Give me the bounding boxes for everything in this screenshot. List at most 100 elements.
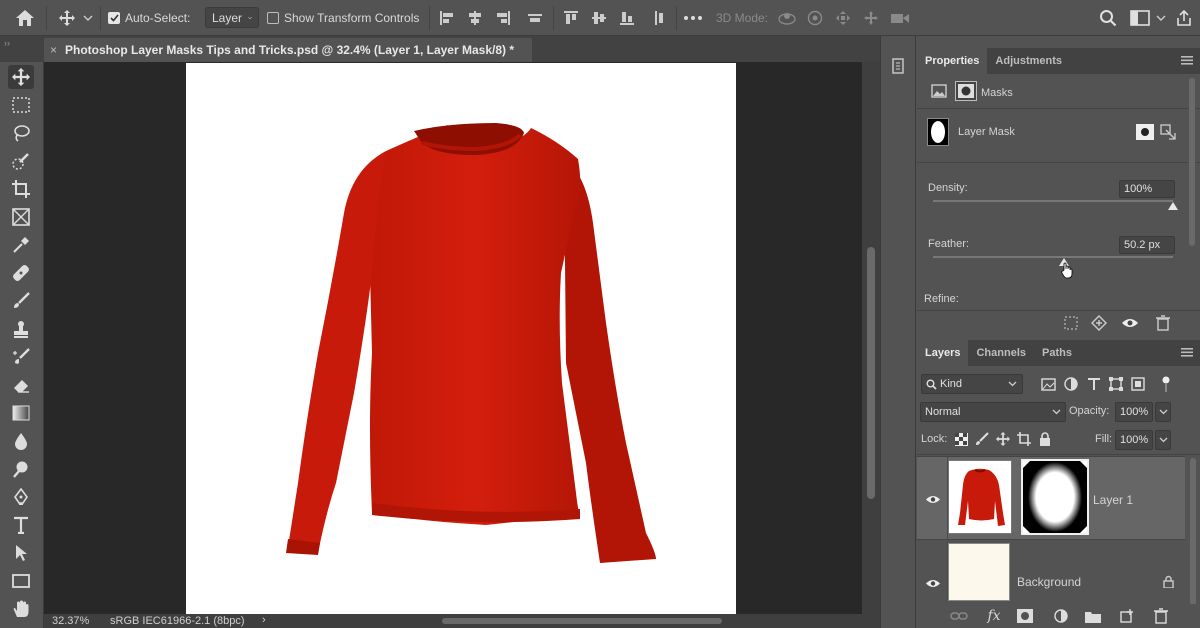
filter-smart-object-icon[interactable] <box>1129 375 1147 393</box>
density-input[interactable]: 100% <box>1119 180 1175 198</box>
distribute-v-icon[interactable] <box>648 6 670 30</box>
lock-image-pixels-icon[interactable] <box>974 431 990 447</box>
path-select-tool-icon[interactable] <box>8 541 34 565</box>
layers-scrollbar[interactable] <box>1190 458 1196 608</box>
chevron-down-icon[interactable] <box>1154 6 1168 30</box>
dodge-tool-icon[interactable] <box>8 457 34 481</box>
more-icon[interactable] <box>682 6 704 30</box>
filter-pixel-icon[interactable] <box>1039 375 1057 393</box>
fill-dropdown[interactable] <box>1155 430 1171 450</box>
layer-name[interactable]: Background <box>1017 575 1081 589</box>
background-thumbnail[interactable] <box>948 543 1010 601</box>
tab-properties[interactable]: Properties <box>917 48 988 74</box>
horizontal-scroll-thumb[interactable] <box>442 618 722 624</box>
filter-adjustment-icon[interactable] <box>1062 375 1080 393</box>
tab-paths[interactable]: Paths <box>1034 340 1080 366</box>
stamp-tool-icon[interactable] <box>8 317 34 341</box>
slide-3d-icon[interactable] <box>860 6 882 30</box>
layer-row-layer-1[interactable]: Layer 1 <box>917 456 1185 541</box>
document-tab[interactable]: × Photoshop Layer Masks Tips and Tricks.… <box>44 38 532 62</box>
brush-tool-icon[interactable] <box>8 289 34 313</box>
visibility-eye-icon[interactable] <box>923 575 943 591</box>
tab-layers[interactable]: Layers <box>917 340 969 366</box>
layer-row-background[interactable]: Background <box>917 541 1185 601</box>
opacity-dropdown[interactable] <box>1155 402 1171 422</box>
load-selection-icon[interactable] <box>1061 314 1081 332</box>
checkbox-checked[interactable] <box>108 12 120 24</box>
link-layers-icon[interactable] <box>949 608 969 624</box>
density-slider-handle[interactable] <box>1168 202 1178 210</box>
collapse-arrows-icon[interactable]: ›› <box>4 38 10 48</box>
blend-mode-dropdown[interactable]: Normal <box>920 402 1066 422</box>
fx-icon[interactable]: fx <box>983 606 1005 626</box>
apply-mask-icon[interactable] <box>1089 314 1109 332</box>
roll-3d-icon[interactable] <box>804 6 826 30</box>
checkbox-unchecked[interactable] <box>267 12 279 24</box>
show-transform-checkbox[interactable]: Show Transform Controls <box>267 6 427 30</box>
lock-all-icon[interactable] <box>1037 431 1053 447</box>
filter-toggle-icon[interactable] <box>1159 374 1173 394</box>
layer-mask-thumbnail[interactable] <box>927 118 949 146</box>
tab-adjustments[interactable]: Adjustments <box>987 48 1070 74</box>
new-adjustment-layer-icon[interactable] <box>1051 608 1071 624</box>
search-icon[interactable] <box>1096 6 1120 30</box>
vector-mask-icon[interactable] <box>1159 124 1177 140</box>
lock-transparent-pixels-icon[interactable] <box>953 431 969 447</box>
eyedropper-tool-icon[interactable] <box>8 233 34 257</box>
crop-tool-icon[interactable] <box>8 177 34 201</box>
align-right-icon[interactable] <box>492 6 514 30</box>
lock-position-icon[interactable] <box>995 431 1011 447</box>
move-tool-icon[interactable] <box>8 65 34 89</box>
align-left-icon[interactable] <box>436 6 458 30</box>
filter-type-icon[interactable] <box>1085 375 1103 393</box>
filter-kind-dropdown[interactable]: Kind <box>921 374 1023 394</box>
tab-channels[interactable]: Channels <box>968 340 1034 366</box>
rectangle-tool-icon[interactable] <box>8 569 34 593</box>
document-canvas[interactable] <box>186 63 736 615</box>
align-bottom-icon[interactable] <box>616 6 638 30</box>
history-brush-tool-icon[interactable] <box>8 345 34 369</box>
history-panel-icon[interactable] <box>892 58 906 76</box>
panel-menu-icon[interactable] <box>1180 54 1194 66</box>
panel-menu-icon[interactable] <box>1180 346 1194 358</box>
eye-icon[interactable] <box>1119 314 1141 332</box>
workspace-icon[interactable] <box>1128 6 1152 30</box>
new-group-icon[interactable] <box>1083 608 1103 624</box>
lock-artboard-icon[interactable] <box>1016 431 1032 447</box>
share-icon[interactable] <box>1172 6 1196 30</box>
tab-close-button[interactable]: × <box>50 43 57 57</box>
scale-3d-icon[interactable] <box>888 6 912 30</box>
pixel-mask-icon[interactable] <box>1136 124 1154 140</box>
frame-tool-icon[interactable] <box>8 205 34 229</box>
lock-icon[interactable] <box>1161 573 1175 589</box>
layer-1-thumbnail[interactable] <box>948 460 1012 534</box>
move-tool-icon[interactable] <box>56 6 78 30</box>
layer-group-dropdown[interactable]: Layer <box>205 7 259 28</box>
status-arrow[interactable]: › <box>262 614 266 626</box>
trash-icon[interactable] <box>1153 314 1173 332</box>
layer-mask-thumbnail[interactable] <box>1021 459 1089 535</box>
filter-shape-icon[interactable] <box>1107 375 1125 393</box>
marquee-tool-icon[interactable] <box>8 93 34 117</box>
scroll-thumb[interactable] <box>867 247 875 499</box>
feather-input[interactable]: 50.2 px <box>1119 236 1175 254</box>
healing-tool-icon[interactable] <box>8 261 34 285</box>
density-slider-track[interactable] <box>933 200 1173 202</box>
delete-layer-icon[interactable] <box>1151 608 1171 624</box>
quick-select-tool-icon[interactable] <box>8 149 34 173</box>
align-center-h-icon[interactable] <box>464 6 486 30</box>
home-icon[interactable] <box>12 6 38 30</box>
new-layer-icon[interactable] <box>1117 608 1137 624</box>
opacity-input[interactable]: 100% <box>1115 402 1153 422</box>
chevron-down-icon[interactable] <box>80 6 96 30</box>
layer-name[interactable]: Layer 1 <box>1093 493 1133 507</box>
fill-input[interactable]: 100% <box>1115 430 1153 450</box>
visibility-eye-icon[interactable] <box>923 491 943 507</box>
properties-scrollbar[interactable] <box>1189 78 1195 246</box>
type-tool-icon[interactable] <box>8 513 34 537</box>
zoom-level[interactable]: 32.37% <box>52 615 89 627</box>
orbit-3d-icon[interactable] <box>776 6 798 30</box>
auto-select-checkbox[interactable]: Auto-Select: <box>108 6 200 30</box>
distribute-icon[interactable] <box>524 6 546 30</box>
align-top-icon[interactable] <box>560 6 582 30</box>
